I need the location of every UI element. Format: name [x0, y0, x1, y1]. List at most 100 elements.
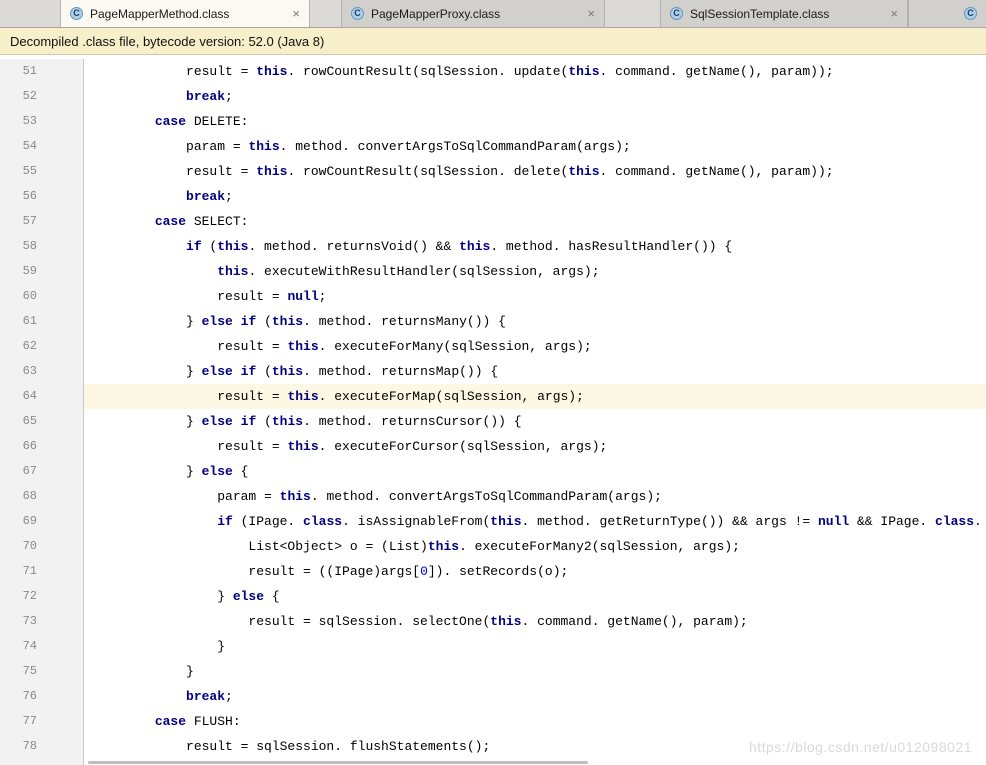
line-number[interactable]: 51 [0, 59, 84, 84]
code-line-56: 56 break; [0, 184, 986, 209]
close-tab-icon[interactable]: × [890, 7, 898, 20]
line-number[interactable]: 69 [0, 509, 84, 534]
code-line-74: 74 } [0, 634, 986, 659]
code-line-72: 72 } else { [0, 584, 986, 609]
line-number[interactable]: 78 [0, 734, 84, 759]
line-number[interactable]: 57 [0, 209, 84, 234]
code-text[interactable]: result = this. executeForCursor(sqlSessi… [84, 434, 986, 459]
code-line-64: 64 result = this. executeForMap(sqlSessi… [0, 384, 986, 409]
code-text[interactable]: this. executeWithResultHandler(sqlSessio… [84, 259, 986, 284]
line-number[interactable]: 77 [0, 709, 84, 734]
tab-pagemapperproxy-class[interactable]: C PageMapperProxy.class × [341, 0, 605, 27]
line-number[interactable]: 74 [0, 634, 84, 659]
close-tab-icon[interactable]: × [292, 7, 300, 20]
close-tab-icon[interactable]: × [587, 7, 595, 20]
code-text[interactable]: if (IPage. class. isAssignableFrom(this.… [84, 509, 986, 534]
code-text[interactable]: } else if (this. method. returnsCursor()… [84, 409, 986, 434]
line-number[interactable]: 68 [0, 484, 84, 509]
code-text[interactable]: param = this. method. convertArgsToSqlCo… [84, 134, 986, 159]
line-number[interactable]: 70 [0, 534, 84, 559]
code-line-76: 76 break; [0, 684, 986, 709]
class-icon: C [351, 7, 364, 20]
line-number[interactable]: 55 [0, 159, 84, 184]
tab-partial[interactable]: C [908, 0, 986, 27]
line-number[interactable]: 54 [0, 134, 84, 159]
code-line-59: 59 this. executeWithResultHandler(sqlSes… [0, 259, 986, 284]
line-number[interactable]: 75 [0, 659, 84, 684]
decompile-notification-text: Decompiled .class file, bytecode version… [10, 34, 324, 49]
line-number[interactable]: 64 [0, 384, 84, 409]
line-number[interactable]: 52 [0, 84, 84, 109]
code-text[interactable]: result = this. executeForMap(sqlSession,… [84, 384, 986, 409]
code-text[interactable]: result = sqlSession. selectOne(this. com… [84, 609, 986, 634]
code-line-71: 71 result = ((IPage)args[0]). setRecords… [0, 559, 986, 584]
code-line-52: 52 break; [0, 84, 986, 109]
line-number[interactable]: 72 [0, 584, 84, 609]
line-number[interactable]: 53 [0, 109, 84, 134]
decompile-notification-bar: Decompiled .class file, bytecode version… [0, 28, 986, 55]
code-text[interactable]: result = ((IPage)args[0]). setRecords(o)… [84, 559, 986, 584]
line-number[interactable]: 79 [0, 759, 84, 765]
code-editor[interactable]: 51 result = this. rowCountResult(sqlSess… [0, 55, 986, 765]
code-text[interactable]: break; [84, 184, 986, 209]
code-text[interactable]: result = this. executeForMany(sqlSession… [84, 334, 986, 359]
line-number[interactable]: 61 [0, 309, 84, 334]
class-icon: C [70, 7, 83, 20]
line-number[interactable]: 67 [0, 459, 84, 484]
code-line-54: 54 param = this. method. convertArgsToSq… [0, 134, 986, 159]
tab-sqlsessiontemplate-class[interactable]: C SqlSessionTemplate.class × [660, 0, 908, 27]
code-text[interactable]: param = this. method. convertArgsToSqlCo… [84, 484, 986, 509]
code-line-67: 67 } else { [0, 459, 986, 484]
code-text[interactable]: } [84, 659, 986, 684]
code-text[interactable]: } else if (this. method. returnsMany()) … [84, 309, 986, 334]
line-number[interactable]: 56 [0, 184, 84, 209]
editor-tab-bar: C PageMapperMethod.class × C PageMapperProxy… [0, 0, 986, 28]
tab-label: SqlSessionTemplate.class [690, 7, 829, 21]
code-line-77: 77 case FLUSH: [0, 709, 986, 734]
code-line-70: 70 List<Object> o = (List)this. executeF… [0, 534, 986, 559]
tab-label: PageMapperMethod.class [90, 7, 229, 21]
tab-label: PageMapperProxy.class [371, 7, 500, 21]
code-text[interactable]: } else { [84, 459, 986, 484]
line-number[interactable]: 65 [0, 409, 84, 434]
code-line-51: 51 result = this. rowCountResult(sqlSess… [0, 59, 986, 84]
code-line-57: 57 case SELECT: [0, 209, 986, 234]
line-number[interactable]: 66 [0, 434, 84, 459]
line-number[interactable]: 76 [0, 684, 84, 709]
code-text[interactable]: } else { [84, 584, 986, 609]
tab-pagemappermethod-class[interactable]: C PageMapperMethod.class × [60, 0, 310, 27]
line-number[interactable]: 71 [0, 559, 84, 584]
code-line-60: 60 result = null; [0, 284, 986, 309]
class-icon: C [670, 7, 683, 20]
code-text[interactable]: case SELECT: [84, 209, 986, 234]
horizontal-scrollbar[interactable] [88, 761, 588, 764]
line-number[interactable]: 62 [0, 334, 84, 359]
code-text[interactable]: break; [84, 684, 986, 709]
code-text[interactable]: case FLUSH: [84, 709, 986, 734]
code-line-53: 53 case DELETE: [0, 109, 986, 134]
code-text[interactable]: result = this. rowCountResult(sqlSession… [84, 59, 986, 84]
line-number[interactable]: 63 [0, 359, 84, 384]
code-line-66: 66 result = this. executeForCursor(sqlSe… [0, 434, 986, 459]
class-icon: C [964, 7, 977, 20]
line-number[interactable]: 58 [0, 234, 84, 259]
code-line-58: 58 if (this. method. returnsVoid() && th… [0, 234, 986, 259]
code-text[interactable]: break; [84, 84, 986, 109]
line-number[interactable]: 59 [0, 259, 84, 284]
code-line-69: 69 if (IPage. class. isAssignableFrom(th… [0, 509, 986, 534]
code-line-63: 63 } else if (this. method. returnsMap()… [0, 359, 986, 384]
code-line-65: 65 } else if (this. method. returnsCurso… [0, 409, 986, 434]
code-text[interactable]: List<Object> o = (List)this. executeForM… [84, 534, 986, 559]
code-line-73: 73 result = sqlSession. selectOne(this. … [0, 609, 986, 634]
code-line-55: 55 result = this. rowCountResult(sqlSess… [0, 159, 986, 184]
line-number[interactable]: 73 [0, 609, 84, 634]
line-number[interactable]: 60 [0, 284, 84, 309]
code-text[interactable]: if (this. method. returnsVoid() && this.… [84, 234, 986, 259]
code-text[interactable]: } [84, 634, 986, 659]
code-text[interactable]: result = null; [84, 284, 986, 309]
code-text[interactable]: result = this. rowCountResult(sqlSession… [84, 159, 986, 184]
code-text[interactable]: case DELETE: [84, 109, 986, 134]
code-text[interactable]: } else if (this. method. returnsMap()) { [84, 359, 986, 384]
code-line-61: 61 } else if (this. method. returnsMany(… [0, 309, 986, 334]
code-line-62: 62 result = this. executeForMany(sqlSess… [0, 334, 986, 359]
